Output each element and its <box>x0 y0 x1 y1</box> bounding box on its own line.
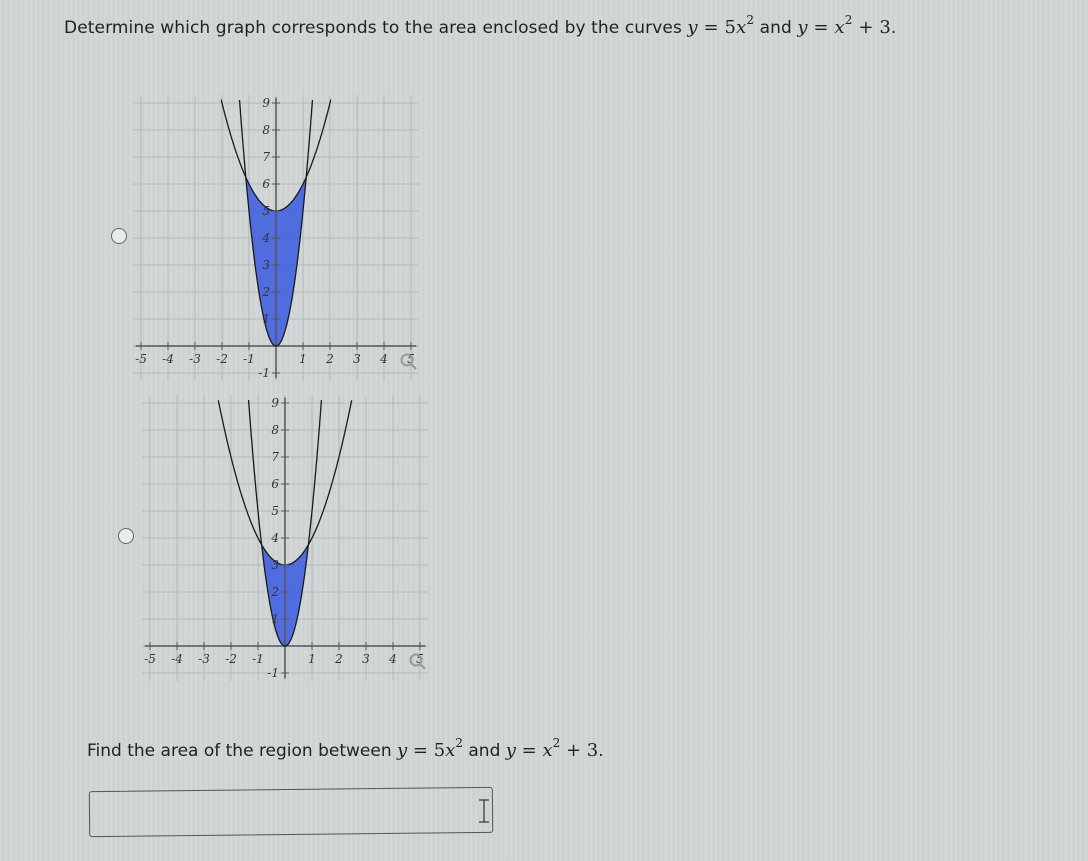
option-a-graph: -5 -4 -3 -2 -1 1 2 3 4 5-1123456789 <box>132 94 420 382</box>
and-text: and <box>754 18 798 38</box>
text-cursor-icon <box>479 799 489 823</box>
question-text: Find the area of the region between <box>87 741 398 761</box>
question-prompt: Determine which graph corresponds to the… <box>64 13 897 38</box>
x-tick-label: -4 <box>162 352 174 366</box>
option-b-graph: -5 -4 -3 -2 -1 1 2 3 4 5-1123456789 <box>141 394 429 682</box>
y-tick-label: 7 <box>262 150 270 164</box>
y-tick-label: 8 <box>271 423 279 437</box>
answer-input[interactable] <box>88 786 494 838</box>
x-tick-label: 2 <box>334 652 343 666</box>
equation-2: y = x2 + 3 <box>797 13 891 38</box>
x-tick-label: -3 <box>198 652 210 666</box>
x-tick-label: -5 <box>135 352 147 366</box>
x-tick-label: -5 <box>144 652 156 666</box>
y-tick-label: -1 <box>267 666 279 680</box>
y-tick-label: 5 <box>271 504 279 518</box>
x-tick-label: 3 <box>353 352 361 366</box>
y-tick-label: 4 <box>270 531 279 545</box>
y-tick-label: 6 <box>262 177 270 191</box>
y-tick-label: 3 <box>271 558 279 572</box>
y-tick-label: 3 <box>262 258 270 272</box>
x-tick-label: -1 <box>252 652 264 666</box>
y-tick-label: 9 <box>271 396 279 410</box>
y-tick-label: 7 <box>271 450 279 464</box>
and-text: and <box>462 741 506 761</box>
x-tick-label: 4 <box>379 352 388 366</box>
x-tick-label: 1 <box>308 652 316 666</box>
option-b-radio[interactable] <box>118 528 134 544</box>
y-tick-label: 9 <box>262 96 270 110</box>
option-a-radio[interactable] <box>111 228 127 244</box>
x-tick-label: -2 <box>225 652 237 666</box>
x-tick-label: -1 <box>243 352 255 366</box>
x-tick-label: 1 <box>299 352 307 366</box>
x-tick-label: 4 <box>388 652 397 666</box>
y-tick-label: 2 <box>270 585 279 599</box>
equation-1: y = 5x2 <box>397 736 463 761</box>
y-tick-label: 1 <box>271 612 279 626</box>
equation-2: y = x2 + 3 <box>505 736 599 761</box>
y-tick-label: 5 <box>262 204 270 218</box>
y-tick-label: 8 <box>262 123 270 137</box>
area-question: Find the area of the region between y = … <box>87 736 604 761</box>
y-tick-label: 6 <box>271 477 279 491</box>
x-tick-label: 3 <box>362 652 370 666</box>
y-tick-label: 1 <box>262 312 270 326</box>
y-tick-label: 4 <box>261 231 270 245</box>
equation-1: y = 5x2 <box>687 13 755 38</box>
y-tick-label: 2 <box>261 285 270 299</box>
question-text: Determine which graph corresponds to the… <box>64 18 688 38</box>
x-tick-label: -2 <box>216 352 228 366</box>
x-tick-label: -3 <box>189 352 201 366</box>
x-tick-label: 2 <box>325 352 334 366</box>
y-tick-label: -1 <box>258 366 270 380</box>
x-tick-label: -4 <box>171 652 183 666</box>
